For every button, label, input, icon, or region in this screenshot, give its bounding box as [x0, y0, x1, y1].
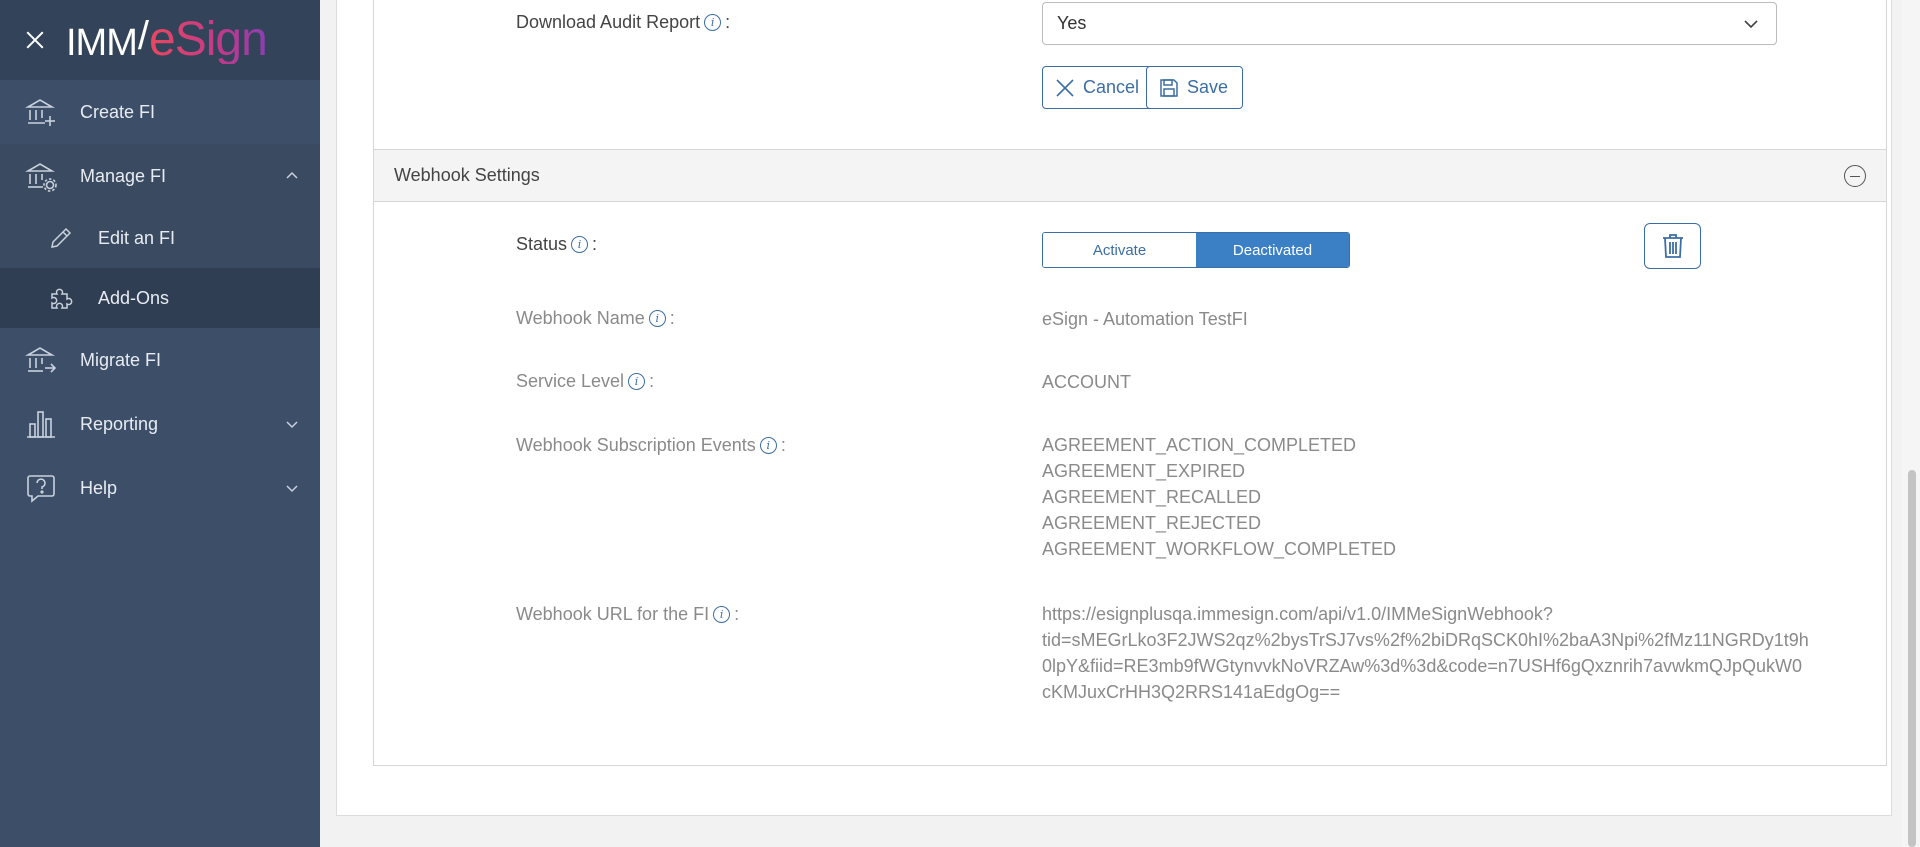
label-colon: :: [669, 308, 675, 328]
list-item: AGREEMENT_RECALLED: [1042, 487, 1262, 507]
info-icon[interactable]: i: [713, 606, 731, 623]
chevron-down-icon: [286, 485, 298, 493]
chevron-down-icon: [1744, 20, 1758, 29]
sidebar-item-label: Help: [80, 477, 118, 498]
close-icon: [1056, 78, 1074, 97]
help-bubble-icon: [24, 471, 58, 505]
sidebar-item-reporting[interactable]: Reporting: [0, 392, 320, 456]
cancel-button[interactable]: Cancel: [1042, 66, 1155, 109]
webhook-name-label: Webhook Name: [516, 308, 645, 328]
save-button[interactable]: Save: [1146, 66, 1244, 109]
audit-report-value: Yes: [1057, 13, 1087, 33]
status-toggle[interactable]: Activate Deactivated: [1042, 232, 1350, 268]
bank-plus-icon: [24, 95, 58, 129]
save-label: Save: [1187, 77, 1229, 97]
list-item: AGREEMENT_ACTION_COMPLETED: [1042, 435, 1357, 455]
bar-chart-icon: [24, 407, 58, 441]
list-item: AGREEMENT_EXPIRED: [1042, 461, 1246, 481]
url-line: https://esignplusqa.immesign.com/api/v1.…: [1042, 604, 1553, 624]
subscription-events-label-row: Webhook Subscription Events i :: [516, 435, 786, 456]
puzzle-icon: [46, 283, 76, 313]
section-title: Webhook Settings: [394, 165, 540, 185]
sidebar: IMM / eSign Create FI Manage FI Edit an …: [0, 0, 320, 847]
content-card: Download Audit Report i : Yes Cancel Sav…: [336, 0, 1892, 816]
status-label-row: Status i :: [516, 234, 597, 255]
activate-option[interactable]: Activate: [1043, 233, 1196, 267]
deactivated-option[interactable]: Deactivated: [1196, 233, 1349, 267]
bank-gear-icon: [24, 159, 58, 193]
url-line: cKMJuxCrHH3Q2RRS141aEdgOg==: [1042, 682, 1341, 702]
status-label: Status: [516, 234, 568, 254]
bank-arrow-icon: [24, 343, 58, 377]
collapse-icon[interactable]: [1844, 165, 1866, 187]
webhook-name-value: eSign - Automation TestFI: [1042, 309, 1248, 329]
webhook-url-label: Webhook URL for the FI: [516, 604, 710, 624]
sidebar-item-label: Reporting: [80, 413, 159, 434]
scrollbar[interactable]: [1902, 0, 1920, 847]
webhook-name-label-row: Webhook Name i :: [516, 308, 675, 329]
label-colon: :: [649, 371, 655, 391]
list-item: AGREEMENT_WORKFLOW_COMPLETED: [1042, 539, 1397, 559]
sidebar-item-label: Edit an FI: [98, 227, 176, 248]
sidebar-item-label: Add-Ons: [98, 287, 170, 308]
service-level-label-row: Service Level i :: [516, 371, 654, 392]
logo: IMM / eSign: [66, 13, 268, 66]
service-level-label: Service Level: [516, 371, 625, 391]
pencil-icon: [46, 223, 76, 253]
info-icon[interactable]: i: [628, 373, 646, 390]
sidebar-item-migrate-fi[interactable]: Migrate FI: [0, 328, 320, 392]
audit-report-label: Download Audit Report: [516, 12, 701, 32]
webhook-settings-header[interactable]: Webhook Settings: [374, 149, 1886, 202]
subscription-events-list: AGREEMENT_ACTION_COMPLETED AGREEMENT_EXP…: [1042, 432, 1396, 562]
sidebar-item-label: Migrate FI: [80, 349, 162, 370]
subscription-events-label: Webhook Subscription Events: [516, 435, 756, 455]
sidebar-item-add-ons[interactable]: Add-Ons: [0, 268, 320, 328]
delete-webhook-button[interactable]: [1644, 223, 1701, 269]
audit-report-label-row: Download Audit Report i :: [516, 12, 730, 33]
main-content: Download Audit Report i : Yes Cancel Sav…: [320, 0, 1920, 847]
sidebar-item-label: Manage FI: [80, 165, 167, 186]
floppy-disk-icon: [1160, 78, 1178, 97]
label-colon: :: [725, 12, 731, 32]
list-item: AGREEMENT_REJECTED: [1042, 513, 1262, 533]
info-icon[interactable]: i: [648, 310, 666, 327]
sidebar-header: IMM / eSign: [0, 0, 320, 80]
sidebar-item-help[interactable]: Help: [0, 456, 320, 520]
label-colon: :: [780, 435, 786, 455]
url-line: 0lpY&fiid=RE3mb9fWGtynvvkNoVRZAw%3d%3d&c…: [1042, 656, 1802, 676]
label-colon: :: [592, 234, 598, 254]
url-line: tid=sMEGrLko3F2JWS2qz%2bysTrSJ7vs%2f%2bi…: [1042, 630, 1809, 650]
settings-panel: Download Audit Report i : Yes Cancel Sav…: [373, 0, 1887, 766]
chevron-up-icon: [286, 171, 298, 179]
info-icon[interactable]: i: [704, 14, 722, 31]
chevron-down-icon: [286, 421, 298, 429]
sidebar-item-edit-fi[interactable]: Edit an FI: [0, 208, 320, 268]
scrollbar-thumb[interactable]: [1908, 470, 1916, 847]
close-icon[interactable]: [22, 27, 48, 53]
sidebar-item-create-fi[interactable]: Create FI: [0, 80, 320, 144]
trash-icon: [1662, 234, 1683, 258]
audit-report-select[interactable]: Yes: [1042, 2, 1777, 45]
label-colon: :: [734, 604, 740, 624]
webhook-url-label-row: Webhook URL for the FI i :: [516, 604, 739, 625]
info-icon[interactable]: i: [759, 437, 777, 454]
sidebar-item-manage-fi[interactable]: Manage FI: [0, 144, 320, 208]
webhook-url-value: https://esignplusqa.immesign.com/api/v1.…: [1042, 601, 1809, 705]
cancel-label: Cancel: [1083, 77, 1140, 97]
service-level-value: ACCOUNT: [1042, 372, 1131, 392]
info-icon[interactable]: i: [571, 236, 589, 253]
sidebar-item-label: Create FI: [80, 101, 156, 122]
